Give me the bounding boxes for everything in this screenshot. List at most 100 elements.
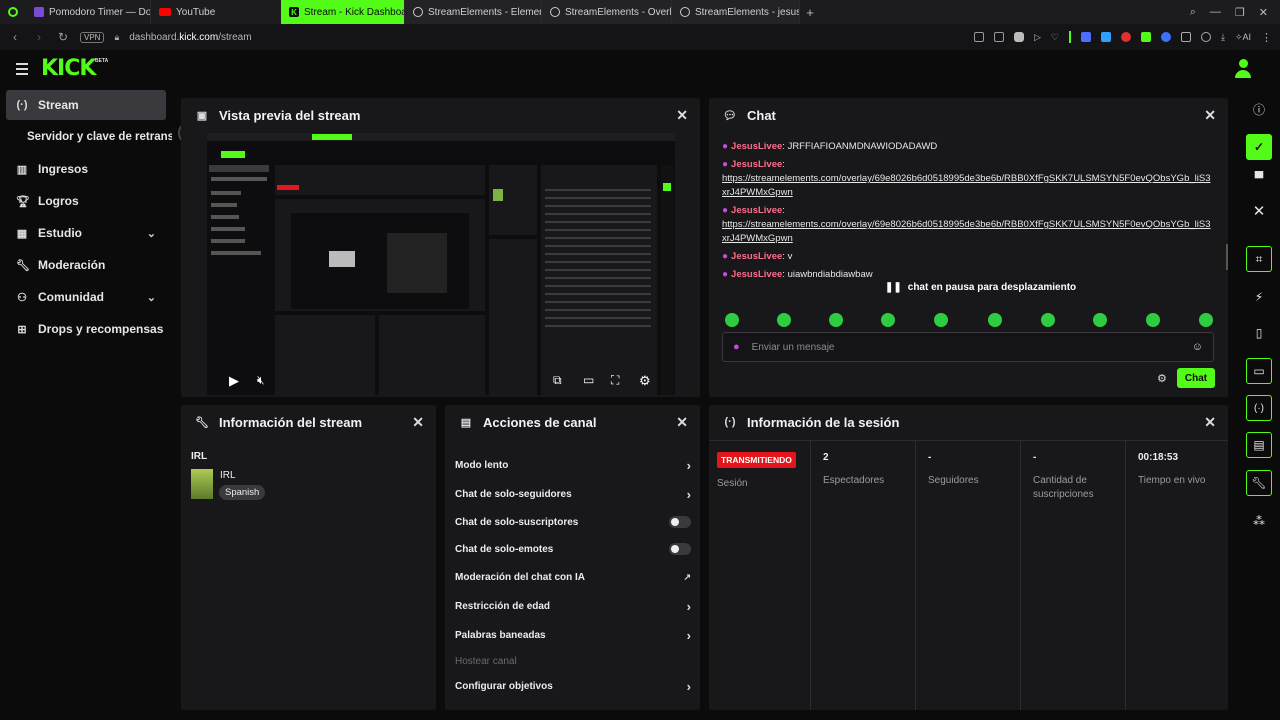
tab-youtube[interactable]: YouTube <box>151 0 276 24</box>
document-icon[interactable]: ▯ <box>1246 320 1272 346</box>
chevron-down-icon[interactable]: ⌄ <box>147 227 156 240</box>
chat-username[interactable]: JesusLivee <box>731 269 782 280</box>
shield-icon[interactable] <box>1013 32 1024 42</box>
subscribers-only-toggle[interactable] <box>669 516 691 528</box>
emote-icon[interactable] <box>1146 313 1160 327</box>
download-icon[interactable]: ⤓ <box>1221 32 1225 43</box>
tab-kick-dashboard[interactable]: K Stream - Kick Dashboard <box>281 0 405 24</box>
sidebar-item-moderacion[interactable]: 🔧︎ Moderación <box>6 250 166 280</box>
user-avatar[interactable] <box>1234 59 1252 79</box>
chat-paused-notice[interactable]: ❚❚ chat en pausa para desplazamiento <box>881 280 1081 295</box>
search-tabs-icon[interactable]: ⌕ <box>1190 6 1196 19</box>
stream-video[interactable]: ▶ 🔇︎ ⧉ ▭ ⛶ ⚙ <box>207 133 675 395</box>
emote-icon[interactable] <box>988 313 1002 327</box>
heart-icon[interactable]: ♡ <box>1051 32 1059 43</box>
emote-icon[interactable] <box>1093 313 1107 327</box>
close-window-icon[interactable]: ✕ <box>1259 6 1268 19</box>
fullscreen-icon[interactable]: ⛶ <box>611 373 619 388</box>
reload-icon[interactable]: ↻ <box>56 30 70 44</box>
settings-gear-icon[interactable]: ⚙ <box>639 373 651 389</box>
back-icon[interactable]: ‹ <box>8 30 22 44</box>
sidebar-item-estudio[interactable]: ▦ Estudio ⌄ <box>6 218 166 248</box>
theater-mode-icon[interactable]: ▭ <box>583 373 594 387</box>
action-age-restriction[interactable]: Restricción de edad › <box>455 595 691 617</box>
close-icon[interactable]: ✕ <box>1204 107 1216 124</box>
lightning-icon[interactable]: ⚡︎ <box>1246 284 1272 310</box>
snapshot-icon[interactable] <box>993 32 1004 42</box>
mute-icon[interactable]: 🔇︎ <box>257 373 265 388</box>
category-thumbnail[interactable] <box>191 469 213 499</box>
chat-rail-icon[interactable]: ▭ <box>1246 358 1272 384</box>
emote-icon[interactable] <box>725 313 739 327</box>
pin-icon[interactable] <box>973 32 984 42</box>
chat-username[interactable]: JesusLivee <box>731 205 782 216</box>
broadcast-rail-icon[interactable]: (·) <box>1246 395 1272 421</box>
sidebar-item-logros[interactable]: 🏆︎ Logros <box>6 186 166 216</box>
emote-icon[interactable] <box>1041 313 1055 327</box>
chat-settings-gear-icon[interactable]: ⚙ <box>1157 372 1167 385</box>
extension-translate-icon[interactable] <box>1100 32 1111 42</box>
action-configure-goals[interactable]: Configurar objetivos › <box>455 675 691 697</box>
tab-streamelements-2[interactable]: StreamElements - Overlay <box>542 0 672 24</box>
close-icon[interactable]: ✕ <box>412 414 424 431</box>
action-slow-mode[interactable]: Modo lento › <box>455 454 691 476</box>
tab-pomodoro[interactable]: Pomodoro Timer — Do <box>26 0 151 24</box>
extension-circle-icon[interactable] <box>1160 32 1171 42</box>
checkmark-icon[interactable]: ✓ <box>1246 134 1272 160</box>
action-followers-only[interactable]: Chat de solo-seguidores › <box>455 483 691 505</box>
chat-messages[interactable]: ● JesusLivee: JRFFIAFIOANMDNAWIODADAWD ● J… <box>722 140 1214 300</box>
picture-in-picture-icon[interactable]: ⧉ <box>553 373 562 388</box>
chat-username[interactable]: JesusLivee <box>731 251 782 262</box>
tab-streamelements-1[interactable]: StreamElements - Elemen <box>405 0 542 24</box>
new-tab-button[interactable]: + <box>800 5 820 20</box>
emote-icon[interactable] <box>829 313 843 327</box>
emoji-icon[interactable]: ☺ <box>1192 341 1203 353</box>
sidebar-item-stream[interactable]: (·) Stream <box>6 90 166 120</box>
restore-icon[interactable]: ❐ <box>1235 6 1245 19</box>
scan-icon[interactable]: ⌗ <box>1246 246 1272 272</box>
close-icon[interactable]: ✕ <box>676 414 688 431</box>
chat-link[interactable]: https://streamelements.com/overlay/69e80… <box>722 173 1210 198</box>
extension-blue-icon[interactable] <box>1080 32 1091 42</box>
url-field[interactable]: dashboard.kick.com/stream <box>129 32 251 43</box>
chat-input[interactable]: ● Enviar un mensaje ☺ <box>722 332 1214 362</box>
chat-send-button[interactable]: Chat <box>1177 368 1215 388</box>
sidebar-item-comunidad[interactable]: ⚇ Comunidad ⌄ <box>6 282 166 312</box>
layout-icon[interactable]: ▀ <box>1246 165 1272 191</box>
emote-icon[interactable] <box>881 313 895 327</box>
hamburger-menu-icon[interactable] <box>16 63 28 75</box>
emote-icon[interactable] <box>777 313 791 327</box>
community-rail-icon[interactable]: ⁂ <box>1246 508 1272 534</box>
chat-username[interactable]: JesusLivee <box>731 141 782 152</box>
sidebar-item-drops[interactable]: ⊞ Drops y recompensas <box>6 314 166 344</box>
close-icon[interactable]: ✕ <box>1204 414 1216 431</box>
emote-icon[interactable] <box>934 313 948 327</box>
category-name[interactable]: IRL <box>220 470 236 481</box>
tab-streamelements-3[interactable]: StreamElements - jesuslive <box>672 0 800 24</box>
play-button[interactable]: ▶ <box>229 373 239 389</box>
account-icon[interactable] <box>1200 32 1211 42</box>
forward-icon[interactable]: › <box>32 30 46 44</box>
menu-icon[interactable]: ⋮ <box>1261 31 1272 44</box>
chat-username[interactable]: JesusLivee <box>731 159 782 170</box>
vpn-badge[interactable]: VPN <box>80 31 105 43</box>
close-icon[interactable]: ✕ <box>676 107 688 124</box>
opera-logo-icon[interactable] <box>0 7 26 17</box>
play-icon[interactable]: ▷ <box>1034 32 1041 43</box>
kick-logo[interactable]: KICK <box>41 56 96 81</box>
wrench-rail-icon[interactable]: 🔧︎ <box>1246 470 1272 496</box>
emotes-only-toggle[interactable] <box>669 543 691 555</box>
extensions-icon[interactable] <box>1180 32 1191 42</box>
minimize-icon[interactable]: — <box>1210 6 1221 19</box>
sidebar-item-server-key[interactable]: Servidor y clave de retransm <box>17 122 172 152</box>
chat-link[interactable]: https://streamelements.com/overlay/69e80… <box>722 219 1210 244</box>
action-ai-moderation[interactable]: Moderación del chat con IA ↗ <box>455 566 691 588</box>
extension-green-icon[interactable] <box>1140 32 1151 42</box>
extension-red-icon[interactable] <box>1120 32 1131 42</box>
actions-rail-icon[interactable]: ▤ <box>1246 432 1272 458</box>
chevron-down-icon[interactable]: ⌄ <box>147 291 156 304</box>
ai-icon[interactable]: ✧AI <box>1235 32 1251 43</box>
close-rail-icon[interactable]: ✕ <box>1246 198 1272 224</box>
emote-icon[interactable] <box>1199 313 1213 327</box>
info-icon[interactable]: ⓘ <box>1246 96 1272 122</box>
